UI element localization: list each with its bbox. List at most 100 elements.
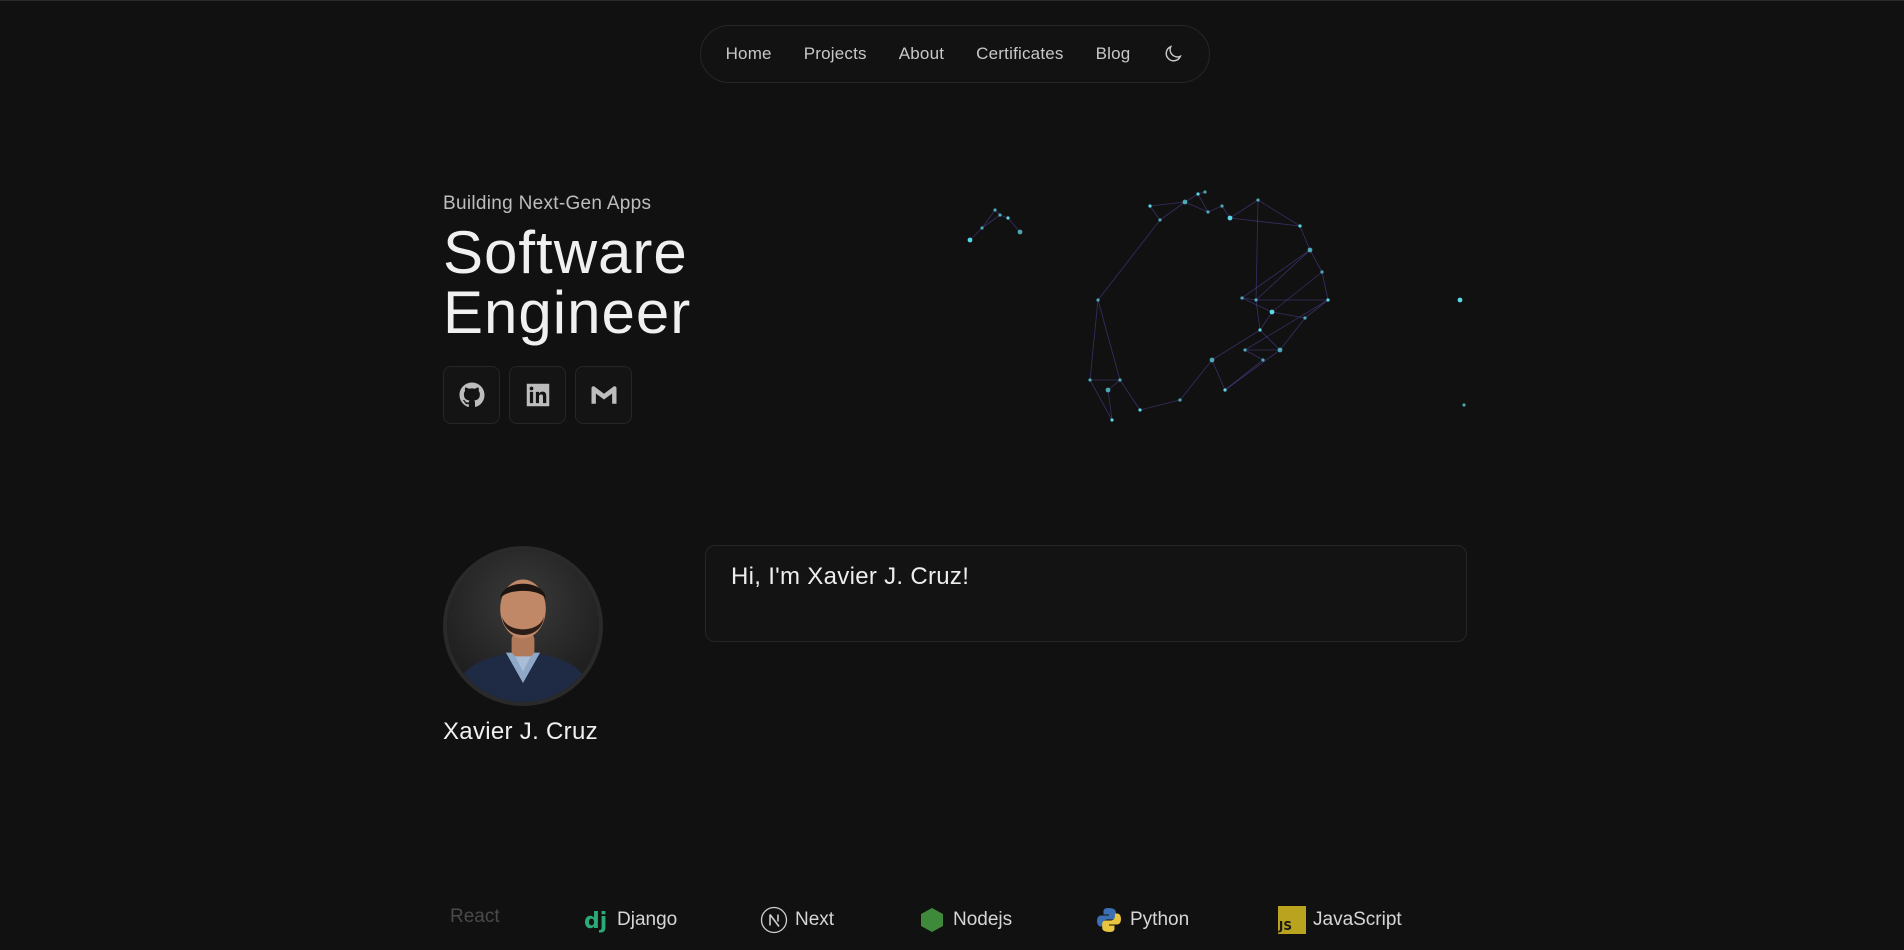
network-edge [1259,329,1281,351]
nav-blog[interactable]: Blog [1096,44,1131,64]
hero-eyebrow: Building Next-Gen Apps [443,193,652,214]
network-edge [1149,205,1161,221]
network-node [1096,298,1100,302]
network-node [1298,224,1302,228]
nextjs-icon [760,906,788,934]
network-edge [1184,201,1209,213]
network-node [1307,247,1313,253]
tech-item-javascript: JS JavaScript [1278,906,1402,934]
network-node [1223,388,1227,392]
network-edge [1197,193,1209,213]
hero-title-line2: Engineer [443,279,692,346]
linkedin-icon [526,383,549,407]
profile-photo [447,550,599,702]
network-edge [1224,349,1281,391]
nav-projects[interactable]: Projects [804,44,867,64]
tech-item-python: Python [1095,906,1189,934]
django-icon: dj [582,906,610,934]
svg-text:JS: JS [1278,919,1292,933]
bio-card: Hi, I'm Xavier J. Cruz! [705,545,1467,642]
tech-label-django: Django [617,909,678,930]
tech-item-nodejs: Nodejs [918,906,1012,934]
tech-item-react: React [450,906,500,928]
network-node [1148,204,1152,208]
network-node [1182,199,1188,205]
network-edge [1299,225,1311,251]
network-node [967,237,973,243]
network-node [1105,387,1111,393]
network-node [1240,296,1244,300]
svg-text:dj: dj [584,909,607,934]
python-icon [1095,906,1123,934]
network-edge [1229,199,1259,219]
tech-label-react: React [450,906,500,927]
network-node [1209,357,1215,363]
github-icon [459,382,484,407]
network-node [1256,198,1260,202]
network-node [1088,378,1092,382]
network-node [1203,190,1207,194]
network-edge [1097,299,1121,381]
tech-label-next: Next [795,909,835,930]
network-node [1220,204,1224,208]
network-edge [1309,249,1323,273]
particle-network-graphic [967,190,1466,422]
nav-about[interactable]: About [899,44,944,64]
gmail-button[interactable] [575,366,632,424]
moon-icon[interactable] [1162,43,1184,65]
main-nav: Home Projects About Certificates Blog [700,25,1210,83]
tech-label-javascript: JavaScript [1313,909,1402,930]
nav-certificates[interactable]: Certificates [976,44,1063,64]
network-node [1118,378,1122,382]
nav-home[interactable]: Home [726,44,772,64]
tech-item-next: Next [760,906,834,934]
network-node [1269,309,1275,315]
network-node [980,226,984,230]
tech-item-django: dj Django [582,906,677,934]
network-node [1303,316,1307,320]
network-edge [1107,389,1113,421]
network-node [1462,403,1466,407]
network-node [1196,192,1200,196]
bio-greeting: Hi, I'm Xavier J. Cruz! [731,563,970,590]
gmail-icon [591,386,616,404]
network-edge [981,209,996,229]
github-button[interactable] [443,366,500,424]
javascript-icon: JS [1278,906,1306,934]
network-edge [1097,219,1161,301]
network-edge [1089,379,1113,421]
network-edge [1139,399,1181,411]
network-node [1457,297,1463,303]
network-node [1326,298,1330,302]
network-edge [969,227,983,241]
network-node [1006,216,1010,220]
network-edge [1244,349,1264,361]
network-node [1320,270,1324,274]
network-node [1110,418,1114,422]
network-node [1227,215,1233,221]
nodejs-icon [918,906,946,934]
tech-label-python: Python [1130,909,1190,930]
network-edge [981,214,1001,229]
tech-stack-strip: React dj Django Next Nodejs Python JS Ja… [440,906,1480,940]
linkedin-button[interactable] [509,366,566,424]
profile-name: Xavier J. Cruz [443,718,598,745]
network-edge [1089,299,1099,381]
network-edge [1255,199,1259,301]
network-edge [1279,317,1306,351]
network-edge [1304,299,1329,319]
hero-section: Building Next-Gen Apps Software Engineer [443,193,943,424]
network-node [1206,210,1210,214]
network-node [1277,347,1283,353]
network-edge [1207,205,1223,213]
hero-title-line1: Software [443,219,688,286]
network-edge [1211,359,1226,391]
network-node [1254,298,1258,302]
tech-label-nodejs: Nodejs [953,909,1013,930]
network-node [998,213,1002,217]
network-edge [1007,217,1021,233]
network-node [993,208,997,212]
avatar [443,546,603,706]
network-edge [1255,249,1311,301]
network-node [1138,408,1142,412]
